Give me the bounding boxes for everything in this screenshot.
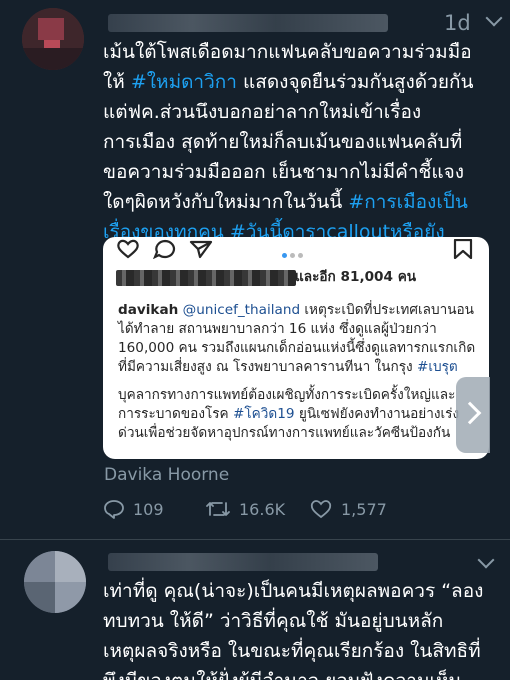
author-name-blurred[interactable] — [108, 553, 378, 571]
next-image-button[interactable] — [456, 377, 490, 453]
bookmark-icon — [453, 239, 473, 259]
tweet-text-line: แต่ฟค.ส่วนนึงบอกอย่าลากใหม่เข้าเรื่อง — [103, 97, 495, 127]
caption-link[interactable]: #เบรุต — [417, 359, 458, 375]
tweet-text: เม้นใต้โพสเดือดมากแฟนคลับขอความร่วมมือให… — [103, 37, 495, 247]
embedded-image[interactable]: และอีก 81,004 คน davikah @unicef_thailan… — [103, 237, 489, 459]
caption-line: การระบาดของโรค #โควิด19 ยูนิเซฟยังคงทำงา… — [118, 405, 459, 424]
hashtag-link[interactable]: #ใหม่ดาวิกา — [131, 71, 237, 93]
tweet-text-line: เหตุผลจริงหรือ ในขณะที่คุณเรียกร้อง ในสิ… — [103, 636, 495, 666]
caption-text: ที่มีความเสี่ยงสูง ณ โรงพยาบาลคารานทีนา … — [118, 359, 417, 375]
tweet-text-segment: พึงมีของตนให้ฝั่งผู้มีอำนาจ ยอมฟังความเห… — [103, 670, 462, 680]
caption-text: ยูนิเซฟยังคงทำงานอย่างเร่ง — [294, 406, 460, 422]
chevron-down-icon[interactable] — [485, 9, 503, 27]
tweet-text-line: ใดๆผิดหวังกับใหม่มากในวันนี้ #การเมืองเป… — [103, 187, 495, 217]
tweet-text-segment: แสดงจุดยืนร่วมกันสูงด้วยกัน — [236, 71, 474, 93]
tweet-text-line: พึงมีของตนให้ฝั่งผู้มีอำนาจ ยอมฟังความเห… — [103, 666, 495, 680]
timestamp[interactable]: 1d — [444, 11, 471, 35]
tweet[interactable]: 1d เม้นใต้โพสเดือดมากแฟนคลับขอความร่วมมื… — [0, 0, 510, 540]
carousel-dots — [282, 243, 306, 262]
caption-line: ได้ทำลาย สถานพยาบาลกว่า 16 แห่ง ซึ่งดูแล… — [118, 320, 437, 339]
tweet-text-segment: แต่ฟค.ส่วนนึงบอกอย่าลากใหม่เข้าเรื่อง — [103, 101, 422, 123]
tweet-text-segment: เท่าที่ดู คุณ(น่าจะ)เป็นคนมีเหตุผลพอควร … — [103, 580, 484, 602]
chevron-down-icon[interactable] — [477, 551, 495, 569]
send-icon — [189, 240, 213, 259]
caption-line: 160,000 คน รวมถึงแผนกเด็กอ่อนแห่งนี้ซึ่ง… — [118, 339, 475, 358]
caption-text: เหตุระเบิดที่ประเทศเลบานอน — [300, 302, 474, 318]
liked-by-blurred — [116, 270, 296, 286]
tweet-text-segment: การเมือง สุดท้ายใหม่ก็ลบเม้นของแฟนคลับที… — [103, 131, 463, 153]
tweet-text: เท่าที่ดู คุณ(น่าจะ)เป็นคนมีเหตุผลพอควร … — [103, 576, 495, 680]
tweet-text-line: ทบทวน ให้ดี” ว่าวิธีที่คุณใช้ มันอยู่บนห… — [103, 606, 495, 636]
caption-text: ด่วนเพื่อช่วยจัดหาอุปกรณ์ทางการแพทย์และว… — [118, 425, 451, 441]
tweet-text-line: ขอความร่วมมือออก เย็นชามากไม่มีคำชี้แจง — [103, 157, 495, 187]
heart-outline-icon — [117, 239, 139, 259]
tweet-text-line: เม้นใต้โพสเดือดมากแฟนคลับขอความร่วมมือ — [103, 37, 495, 67]
tweet-text-segment: ให้ — [103, 71, 131, 93]
reply-button[interactable]: 109 — [103, 499, 164, 519]
reply-icon — [104, 500, 124, 519]
caption-line: ที่มีความเสี่ยงสูง ณ โรงพยาบาลคารานทีนา … — [118, 358, 458, 377]
caption-line: davikah @unicef_thailand เหตุระเบิดที่ปร… — [118, 301, 474, 320]
caption-link[interactable]: #โควิด19 — [233, 406, 295, 422]
tweet-text-line: ให้ #ใหม่ดาวิกา แสดงจุดยืนร่วมกันสูงด้วย… — [103, 67, 495, 97]
hashtag-link[interactable]: #การเมืองเป็น — [348, 191, 468, 213]
retweet-icon — [206, 502, 230, 516]
caption-text: ได้ทำลาย สถานพยาบาลกว่า 16 แห่ง ซึ่งดูแล… — [118, 321, 437, 337]
like-button[interactable]: 1,577 — [309, 499, 387, 519]
tweet-text-line: เท่าที่ดู คุณ(น่าจะ)เป็นคนมีเหตุผลพอควร … — [103, 576, 495, 606]
tweet-text-segment: ใดๆผิดหวังกับใหม่มากในวันนี้ — [103, 191, 349, 213]
tweet-text-line: การเมือง สุดท้ายใหม่ก็ลบเม้นของแฟนคลับที… — [103, 127, 495, 157]
author-name-blurred[interactable] — [108, 14, 388, 32]
comment-outline-icon — [153, 239, 176, 259]
caption-text: การระบาดของโรค — [118, 406, 233, 422]
retweet-button[interactable]: 16.6K — [205, 499, 285, 519]
caption-link[interactable]: @unicef_thailand — [178, 302, 300, 318]
like-icon — [310, 500, 332, 519]
caption-text: บุคลากรทางการแพทย์ต้องเผชิญทั้งการระเบิด… — [118, 387, 456, 403]
next-arrow-icon — [458, 401, 482, 425]
tweet-text-segment: เม้นใต้โพสเดือดมากแฟนคลับขอความร่วมมือ — [103, 41, 472, 63]
caption-username[interactable]: davikah — [118, 302, 178, 318]
reply-count: 109 — [133, 499, 164, 519]
tweet-text-segment: ขอความร่วมมือออก เย็นชามากไม่มีคำชี้แจง — [103, 161, 465, 183]
avatar[interactable] — [22, 8, 84, 70]
likes-count: และอีก 81,004 คน — [295, 269, 417, 285]
retweet-count: 16.6K — [239, 499, 286, 519]
avatar[interactable] — [24, 551, 86, 613]
caption-line: บุคลากรทางการแพทย์ต้องเผชิญทั้งการระเบิด… — [118, 386, 455, 405]
like-count: 1,577 — [341, 499, 387, 519]
caption-line: ด่วนเพื่อช่วยจัดหาอุปกรณ์ทางการแพทย์และว… — [118, 424, 450, 443]
caption-text: 160,000 คน รวมถึงแผนกเด็กอ่อนแห่งนี้ซึ่ง… — [118, 340, 476, 356]
tweet-text-segment: ทบทวน ให้ดี” ว่าวิธีที่คุณใช้ มันอยู่บนห… — [103, 610, 444, 632]
card-source[interactable]: Davika Hoorne — [104, 465, 229, 485]
tweet-actions: 109 16.6K 1,577 — [103, 499, 495, 525]
tweet-text-segment: เหตุผลจริงหรือ ในขณะที่คุณเรียกร้อง ในสิ… — [103, 640, 481, 662]
